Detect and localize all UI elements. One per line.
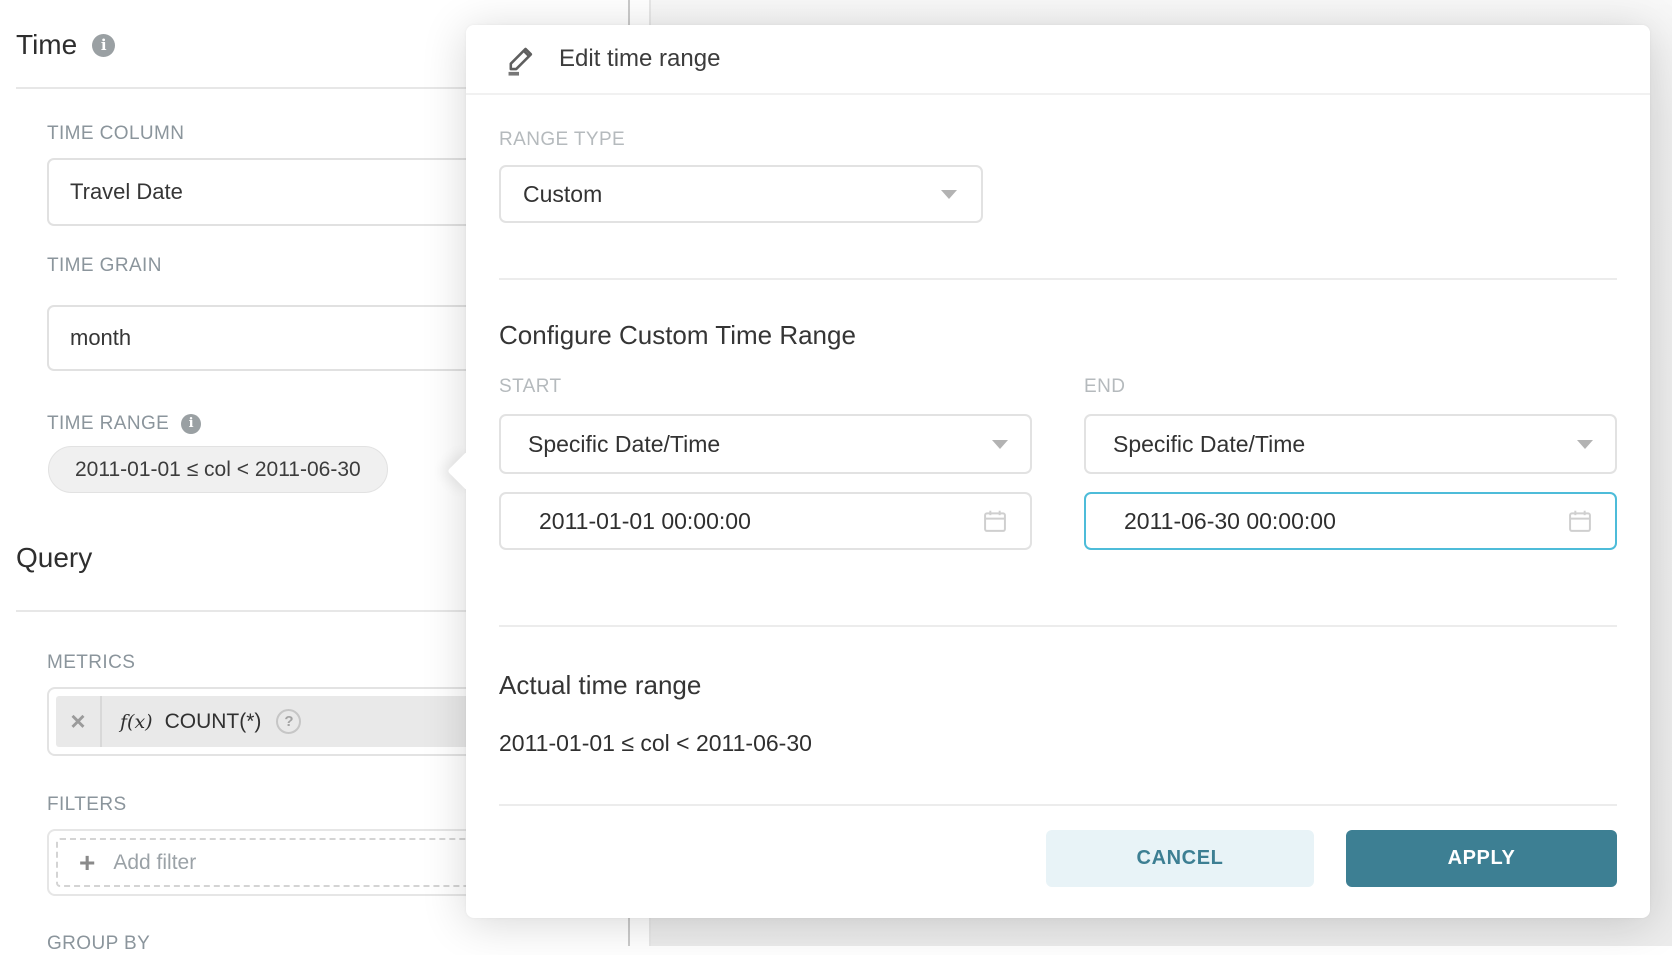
configure-heading: Configure Custom Time Range [499, 320, 1617, 350]
range-type-label: RANGE TYPE [499, 129, 1617, 151]
query-section-title: Query [16, 541, 92, 575]
plus-icon: + [79, 849, 95, 877]
edit-pencil-icon [504, 42, 538, 76]
divider [499, 625, 1617, 627]
end-label: END [1084, 376, 1617, 398]
add-filter-label: Add filter [113, 851, 196, 875]
chevron-down-icon [992, 440, 1008, 449]
time-range-label: TIME RANGE [47, 413, 169, 435]
popover-header: Edit time range [466, 25, 1650, 95]
function-icon: f(x) [120, 711, 153, 733]
time-range-pill[interactable]: 2011-01-01 ≤ col < 2011-06-30 [48, 446, 388, 493]
info-icon[interactable]: i [181, 414, 201, 434]
query-section-label: Query [16, 541, 92, 575]
end-datetime-field [1084, 492, 1617, 550]
group-by-label: GROUP BY [47, 933, 150, 955]
time-grain-label: TIME GRAIN [47, 255, 162, 277]
start-datetime-field [499, 492, 1032, 550]
divider [499, 278, 1617, 280]
start-column: START Specific Date/Time [499, 376, 1032, 550]
chevron-down-icon [941, 190, 957, 199]
start-end-columns: START Specific Date/Time [499, 376, 1617, 550]
info-icon[interactable]: i [92, 34, 115, 57]
end-type-value: Specific Date/Time [1113, 431, 1305, 458]
calendar-icon[interactable] [981, 507, 1009, 535]
cancel-button[interactable]: CANCEL [1046, 830, 1314, 887]
popover-body: RANGE TYPE Custom Configure Custom Time … [466, 129, 1650, 887]
start-type-select[interactable]: Specific Date/Time [499, 414, 1032, 474]
time-section-title: Time i [16, 28, 115, 62]
chevron-down-icon [1577, 440, 1593, 449]
popover-footer: CANCEL APPLY [499, 830, 1617, 887]
actual-time-range-value: 2011-01-01 ≤ col < 2011-06-30 [499, 730, 1617, 757]
time-grain-value: month [70, 325, 131, 351]
range-type-select[interactable]: Custom [499, 165, 983, 223]
time-range-label-row: TIME RANGE i [47, 413, 201, 435]
time-column-value: Travel Date [70, 179, 183, 205]
time-column-label: TIME COLUMN [47, 123, 184, 145]
edit-time-range-popover: Edit time range RANGE TYPE Custom Config… [466, 25, 1650, 918]
start-label: START [499, 376, 1032, 398]
apply-button[interactable]: APPLY [1346, 830, 1617, 887]
end-datetime-input[interactable] [1086, 494, 1566, 548]
end-type-select[interactable]: Specific Date/Time [1084, 414, 1617, 474]
metrics-label: METRICS [47, 652, 135, 674]
start-type-value: Specific Date/Time [528, 431, 720, 458]
help-icon[interactable]: ? [276, 709, 301, 734]
range-type-value: Custom [523, 181, 602, 208]
start-datetime-input[interactable] [501, 494, 981, 548]
calendar-icon[interactable] [1566, 507, 1594, 535]
popover-title: Edit time range [559, 45, 720, 73]
metric-name: COUNT(*) [165, 710, 262, 734]
remove-metric-icon[interactable]: × [56, 696, 102, 747]
end-column: END Specific Date/Time [1084, 376, 1617, 550]
actual-time-range-heading: Actual time range [499, 670, 1617, 700]
time-section-label: Time [16, 28, 77, 62]
divider [499, 804, 1617, 806]
filters-label: FILTERS [47, 794, 127, 816]
